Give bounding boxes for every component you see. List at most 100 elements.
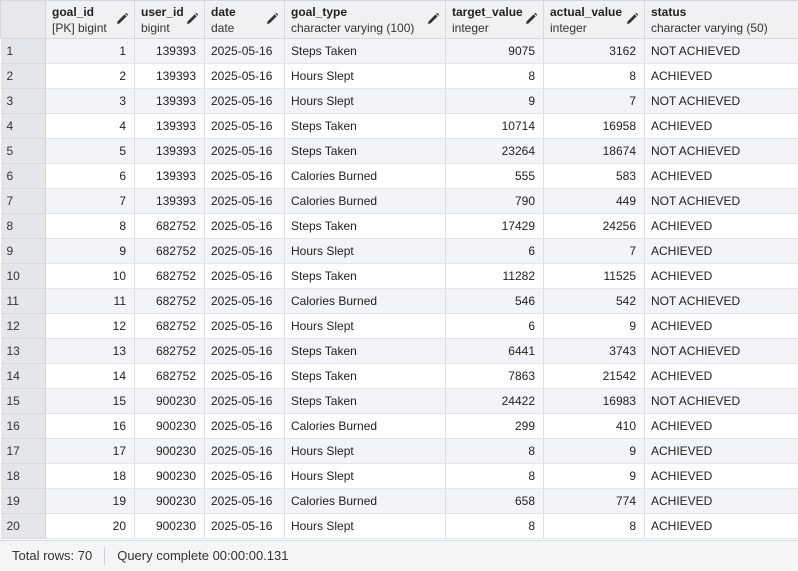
cell-goal-type[interactable]: Steps Taken (285, 364, 446, 389)
table-row[interactable]: 441393932025-05-16Steps Taken1071416958A… (1, 114, 798, 139)
cell-goal-id[interactable]: 13 (46, 339, 135, 364)
cell-actual-value[interactable]: 7 (544, 89, 645, 114)
table-row[interactable]: 996827522025-05-16Hours Slept67ACHIEVED (1, 239, 798, 264)
row-number[interactable]: 11 (1, 289, 46, 314)
cell-user-id[interactable]: 139393 (135, 114, 205, 139)
cell-status[interactable]: ACHIEVED (645, 264, 798, 289)
row-number[interactable]: 1 (1, 39, 46, 64)
cell-target-value[interactable]: 6 (446, 239, 544, 264)
cell-target-value[interactable]: 546 (446, 289, 544, 314)
cell-user-id[interactable]: 682752 (135, 264, 205, 289)
table-row[interactable]: 19199002302025-05-16Calories Burned65877… (1, 489, 798, 514)
cell-user-id[interactable]: 900230 (135, 489, 205, 514)
cell-status[interactable]: ACHIEVED (645, 464, 798, 489)
cell-actual-value[interactable]: 11525 (544, 264, 645, 289)
row-number[interactable]: 5 (1, 139, 46, 164)
cell-actual-value[interactable]: 542 (544, 289, 645, 314)
cell-user-id[interactable]: 139393 (135, 89, 205, 114)
cell-user-id[interactable]: 139393 (135, 139, 205, 164)
cell-actual-value[interactable]: 9 (544, 464, 645, 489)
cell-date[interactable]: 2025-05-16 (205, 164, 285, 189)
row-number[interactable]: 13 (1, 339, 46, 364)
row-number[interactable]: 19 (1, 489, 46, 514)
cell-status[interactable]: ACHIEVED (645, 439, 798, 464)
cell-goal-id[interactable]: 12 (46, 314, 135, 339)
row-number[interactable]: 6 (1, 164, 46, 189)
row-number[interactable]: 3 (1, 89, 46, 114)
cell-target-value[interactable]: 23264 (446, 139, 544, 164)
cell-date[interactable]: 2025-05-16 (205, 239, 285, 264)
cell-goal-id[interactable]: 19 (46, 489, 135, 514)
table-row[interactable]: 12126827522025-05-16Hours Slept69ACHIEVE… (1, 314, 798, 339)
cell-date[interactable]: 2025-05-16 (205, 114, 285, 139)
cell-target-value[interactable]: 8 (446, 439, 544, 464)
cell-goal-type[interactable]: Hours Slept (285, 464, 446, 489)
table-row[interactable]: 16169002302025-05-16Calories Burned29941… (1, 414, 798, 439)
cell-actual-value[interactable]: 410 (544, 414, 645, 439)
table-row[interactable]: 111393932025-05-16Steps Taken90753162NOT… (1, 39, 798, 64)
cell-target-value[interactable]: 6441 (446, 339, 544, 364)
cell-goal-id[interactable]: 7 (46, 189, 135, 214)
cell-status[interactable]: NOT ACHIEVED (645, 139, 798, 164)
cell-target-value[interactable]: 299 (446, 414, 544, 439)
cell-goal-type[interactable]: Calories Burned (285, 414, 446, 439)
cell-user-id[interactable]: 682752 (135, 239, 205, 264)
row-number[interactable]: 9 (1, 239, 46, 264)
cell-date[interactable]: 2025-05-16 (205, 414, 285, 439)
cell-target-value[interactable]: 9 (446, 89, 544, 114)
cell-target-value[interactable]: 6 (446, 314, 544, 339)
row-number[interactable]: 17 (1, 439, 46, 464)
cell-goal-type[interactable]: Steps Taken (285, 389, 446, 414)
cell-target-value[interactable]: 9075 (446, 39, 544, 64)
cell-user-id[interactable]: 682752 (135, 289, 205, 314)
cell-goal-type[interactable]: Hours Slept (285, 64, 446, 89)
cell-target-value[interactable]: 8 (446, 514, 544, 539)
column-header-status[interactable]: status character varying (50) (645, 1, 798, 39)
pencil-icon[interactable] (625, 12, 639, 26)
table-row[interactable]: 20209002302025-05-16Hours Slept88ACHIEVE… (1, 514, 798, 539)
cell-status[interactable]: NOT ACHIEVED (645, 39, 798, 64)
cell-goal-type[interactable]: Steps Taken (285, 139, 446, 164)
cell-status[interactable]: ACHIEVED (645, 214, 798, 239)
cell-actual-value[interactable]: 18674 (544, 139, 645, 164)
table-row[interactable]: 331393932025-05-16Hours Slept97NOT ACHIE… (1, 89, 798, 114)
cell-actual-value[interactable]: 24256 (544, 214, 645, 239)
cell-goal-type[interactable]: Steps Taken (285, 339, 446, 364)
cell-actual-value[interactable]: 16958 (544, 114, 645, 139)
cell-status[interactable]: ACHIEVED (645, 364, 798, 389)
cell-goal-type[interactable]: Calories Burned (285, 489, 446, 514)
select-all-corner[interactable] (1, 1, 46, 39)
cell-date[interactable]: 2025-05-16 (205, 39, 285, 64)
cell-goal-id[interactable]: 6 (46, 164, 135, 189)
cell-user-id[interactable]: 139393 (135, 189, 205, 214)
cell-date[interactable]: 2025-05-16 (205, 139, 285, 164)
cell-date[interactable]: 2025-05-16 (205, 464, 285, 489)
cell-user-id[interactable]: 900230 (135, 389, 205, 414)
cell-goal-id[interactable]: 10 (46, 264, 135, 289)
cell-date[interactable]: 2025-05-16 (205, 189, 285, 214)
row-number[interactable]: 4 (1, 114, 46, 139)
cell-actual-value[interactable]: 7 (544, 239, 645, 264)
row-number[interactable]: 12 (1, 314, 46, 339)
table-row[interactable]: 13136827522025-05-16Steps Taken64413743N… (1, 339, 798, 364)
cell-actual-value[interactable]: 21542 (544, 364, 645, 389)
cell-target-value[interactable]: 11282 (446, 264, 544, 289)
row-number[interactable]: 2 (1, 64, 46, 89)
cell-goal-type[interactable]: Hours Slept (285, 239, 446, 264)
cell-status[interactable]: ACHIEVED (645, 239, 798, 264)
cell-user-id[interactable]: 682752 (135, 314, 205, 339)
row-number[interactable]: 15 (1, 389, 46, 414)
cell-user-id[interactable]: 139393 (135, 39, 205, 64)
cell-date[interactable]: 2025-05-16 (205, 439, 285, 464)
table-row[interactable]: 10106827522025-05-16Steps Taken112821152… (1, 264, 798, 289)
cell-goal-type[interactable]: Calories Burned (285, 189, 446, 214)
cell-user-id[interactable]: 139393 (135, 164, 205, 189)
cell-user-id[interactable]: 682752 (135, 214, 205, 239)
cell-status[interactable]: NOT ACHIEVED (645, 389, 798, 414)
cell-status[interactable]: ACHIEVED (645, 114, 798, 139)
cell-goal-id[interactable]: 9 (46, 239, 135, 264)
cell-goal-id[interactable]: 3 (46, 89, 135, 114)
cell-actual-value[interactable]: 16983 (544, 389, 645, 414)
cell-date[interactable]: 2025-05-16 (205, 214, 285, 239)
cell-target-value[interactable]: 17429 (446, 214, 544, 239)
